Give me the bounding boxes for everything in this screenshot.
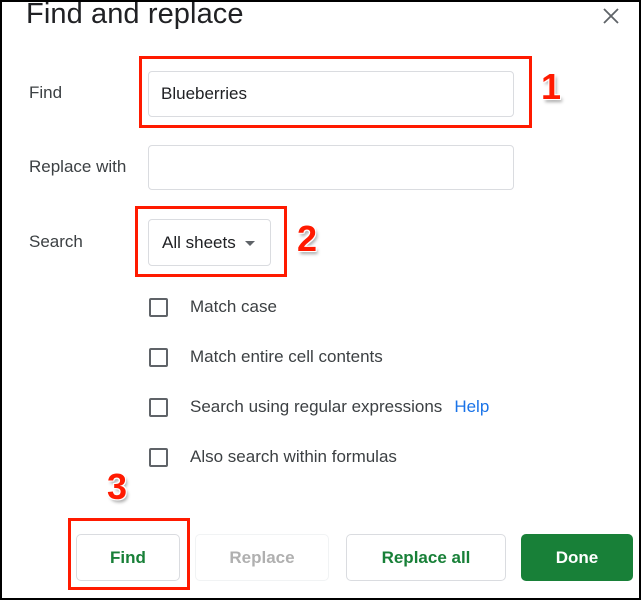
step-number-2: 2: [297, 218, 318, 259]
replace-all-button[interactable]: Replace all: [346, 534, 506, 581]
done-button[interactable]: Done: [521, 534, 633, 581]
option-label: Match case: [190, 297, 277, 316]
find-label: Find: [29, 83, 63, 102]
option-label: Search using regular expressions: [190, 397, 443, 416]
option-label: Also search within formulas: [190, 447, 397, 466]
find-button[interactable]: Find: [76, 534, 180, 581]
option-match-entire-cell[interactable]: Match entire cell contents: [149, 347, 383, 367]
option-match-case[interactable]: Match case: [149, 297, 277, 317]
replace-with-input[interactable]: [148, 145, 514, 190]
option-search-formulas[interactable]: Also search within formulas: [149, 447, 397, 467]
checkbox[interactable]: [149, 297, 168, 317]
close-icon[interactable]: [601, 6, 621, 26]
option-regex[interactable]: Search using regular expressions Help: [149, 397, 489, 417]
checkbox[interactable]: [149, 447, 168, 467]
replace-with-label: Replace with: [29, 157, 127, 176]
step-number-1: 1: [541, 66, 562, 107]
help-link[interactable]: Help: [454, 397, 489, 417]
option-label: Match entire cell contents: [190, 347, 383, 366]
search-scope-dropdown[interactable]: All sheets: [148, 219, 271, 266]
checkbox[interactable]: [149, 347, 168, 367]
search-label: Search: [29, 232, 83, 251]
replace-button[interactable]: Replace: [195, 534, 329, 581]
checkbox[interactable]: [149, 397, 168, 417]
chevron-down-icon: [244, 241, 255, 246]
find-input[interactable]: [148, 71, 514, 117]
search-scope-value: All sheets: [162, 232, 236, 252]
step-number-3: 3: [107, 466, 128, 507]
dialog-title: Find and replace: [26, 0, 244, 30]
